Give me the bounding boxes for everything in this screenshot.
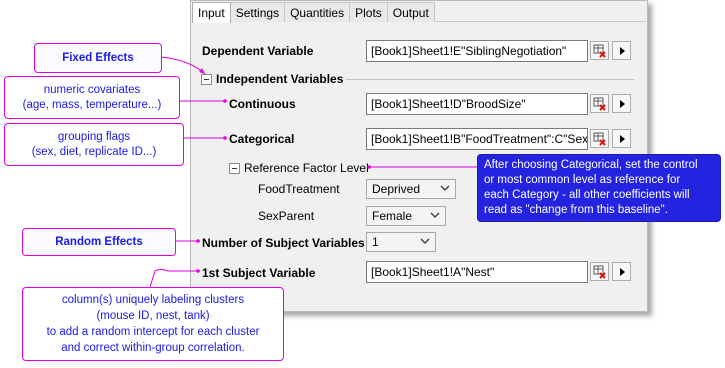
cluster-line2: (mouse ID, nest, tank)	[96, 310, 210, 322]
reference-note-line2: or most common level as reference for	[484, 174, 681, 186]
tab-plots[interactable]: Plots	[349, 2, 388, 22]
dependent-variable-label: Dependent Variable	[202, 44, 314, 58]
independent-collapse-icon[interactable]	[201, 74, 212, 85]
food-treatment-value: Deprived	[372, 182, 421, 196]
grouping-flags-line1: grouping flags	[57, 130, 131, 143]
column-picker-icon[interactable]	[590, 41, 609, 60]
chevron-down-icon	[420, 238, 430, 244]
reference-level-note: After choosing Categorical, set the cont…	[477, 154, 721, 222]
food-treatment-label: FoodTreatment	[258, 182, 340, 196]
column-picker-icon[interactable]	[590, 129, 609, 148]
column-picker-icon[interactable]	[590, 262, 609, 281]
continuous-field[interactable]: [Book1]Sheet1!D"BroodSize"	[366, 93, 588, 115]
section-divider	[346, 79, 634, 80]
categorical-field[interactable]: [Book1]Sheet1!B"FoodTreatment":C"SexP	[366, 128, 588, 150]
sex-parent-label: SexParent	[258, 209, 315, 223]
dependent-variable-field[interactable]: [Book1]Sheet1!E"SiblingNegotiation"	[366, 40, 588, 62]
reference-factor-label: Reference Factor Level	[244, 161, 369, 175]
subject1-field[interactable]: [Book1]Sheet1!A"Nest"	[366, 261, 588, 283]
grouping-flags-callout: grouping flags (sex, diet, replicate ID.…	[4, 123, 184, 166]
cluster-line1: column(s) uniquely labeling clusters	[61, 294, 245, 306]
fixed-effects-text: Fixed Effects	[62, 51, 134, 64]
random-effects-callout: Random Effects	[22, 228, 176, 256]
cluster-line3: to add a random intercept for each clust…	[46, 326, 260, 338]
continuous-label: Continuous	[229, 97, 296, 111]
subject1-label: 1st Subject Variable	[202, 266, 316, 280]
tab-input[interactable]: Input	[192, 2, 231, 23]
cluster-line4: and correct within-group correlation.	[61, 342, 245, 354]
tab-output[interactable]: Output	[386, 2, 435, 22]
tab-quantities[interactable]: Quantities	[284, 2, 351, 22]
reference-note-line4: read as "change from this baseline".	[484, 204, 668, 216]
num-subject-select[interactable]: 1	[366, 232, 436, 252]
chevron-down-icon	[440, 185, 450, 191]
reference-collapse-icon[interactable]	[229, 163, 240, 174]
cluster-columns-callout: column(s) uniquely labeling clusters (mo…	[22, 287, 284, 361]
sex-parent-value: Female	[372, 209, 413, 223]
tab-settings[interactable]: Settings	[229, 2, 286, 22]
sex-parent-select[interactable]: Female	[366, 206, 446, 226]
reference-note-line1: After choosing Categorical, set the cont…	[484, 159, 698, 171]
random-effects-text: Random Effects	[55, 235, 143, 248]
tab-bar: Input Settings Quantities Plots Output	[192, 2, 435, 23]
num-subject-value: 1	[372, 235, 379, 249]
right-arrow-icon[interactable]	[612, 94, 631, 113]
food-treatment-select[interactable]: Deprived	[366, 179, 456, 199]
right-arrow-icon[interactable]	[612, 41, 631, 60]
grouping-flags-line2: (sex, diet, replicate ID...)	[31, 145, 157, 158]
chevron-down-icon	[430, 212, 440, 218]
num-subject-label: Number of Subject Variables	[202, 236, 365, 250]
fixed-effects-callout: Fixed Effects	[34, 43, 162, 73]
right-arrow-icon[interactable]	[612, 262, 631, 281]
column-picker-icon[interactable]	[590, 94, 609, 113]
numeric-covariates-line1: numeric covariates	[43, 83, 141, 96]
reference-note-line3: each Category - all other coefficients w…	[484, 189, 690, 201]
right-arrow-icon[interactable]	[612, 129, 631, 148]
categorical-label: Categorical	[229, 132, 295, 146]
independent-variables-label: Independent Variables	[216, 72, 344, 86]
numeric-covariates-callout: numeric covariates (age, mass, temperatu…	[4, 76, 180, 119]
numeric-covariates-line2: (age, mass, temperature...)	[22, 98, 162, 111]
